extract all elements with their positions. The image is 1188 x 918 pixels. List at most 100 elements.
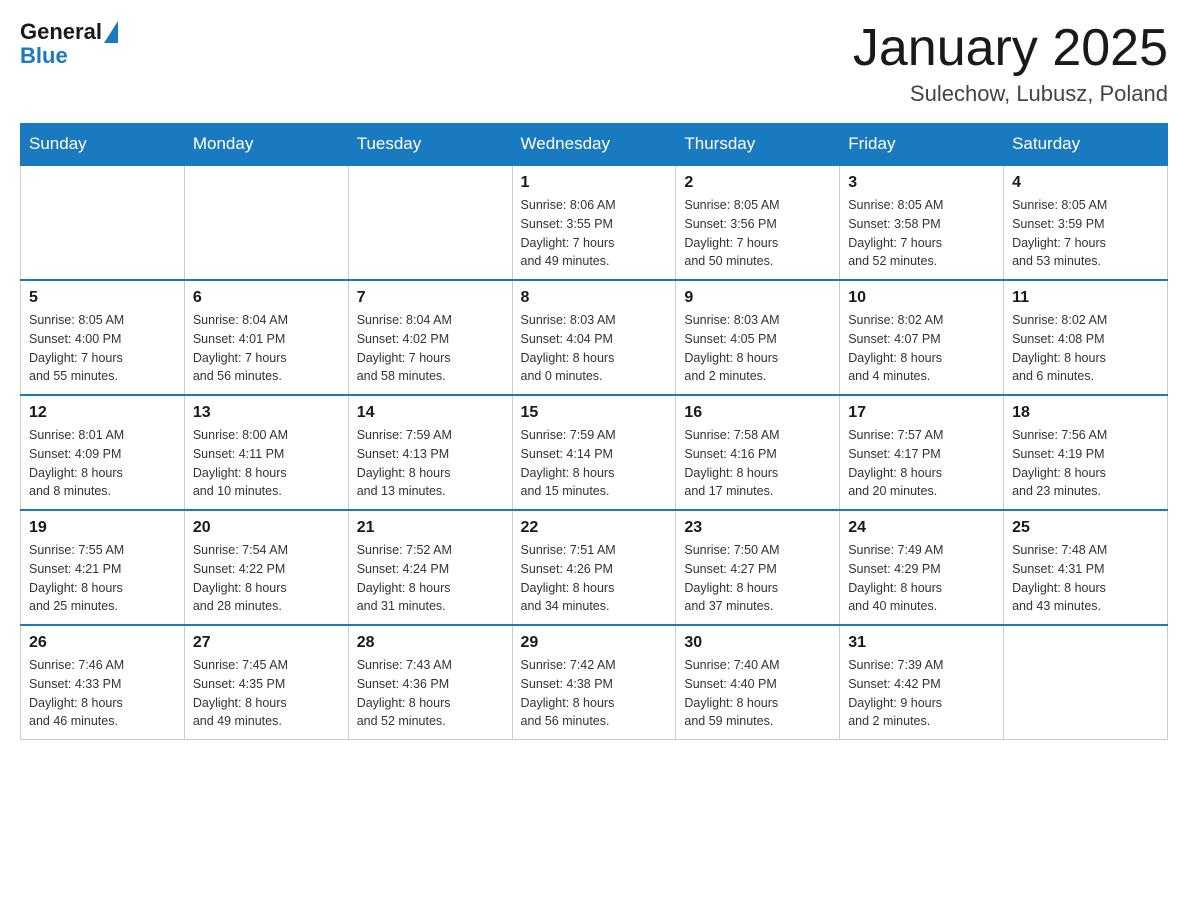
day-info: Sunrise: 8:05 AM Sunset: 3:58 PM Dayligh…: [848, 196, 995, 271]
table-row: 27Sunrise: 7:45 AM Sunset: 4:35 PM Dayli…: [184, 625, 348, 740]
table-row: 3 Sunrise: 8:05 AM Sunset: 3:58 PM Daylig…: [840, 165, 1004, 280]
day-info: Sunrise: 7:39 AM Sunset: 4:42 PM Dayligh…: [848, 656, 995, 731]
calendar-week-row: 12 Sunrise: 8:01 AM Sunset: 4:09 PM Dayli…: [21, 395, 1168, 510]
day-number: 19: [29, 519, 176, 537]
day-info: Sunrise: 7:54 AM Sunset: 4:22 PM Dayligh…: [193, 541, 340, 616]
day-info: Sunrise: 7:42 AM Sunset: 4:38 PM Dayligh…: [521, 656, 668, 731]
table-row: 2 Sunrise: 8:05 AM Sunset: 3:56 PM Daylig…: [676, 165, 840, 280]
day-info: Sunrise: 7:40 AM Sunset: 4:40 PM Dayligh…: [684, 656, 831, 731]
day-info: Sunrise: 7:46 AM Sunset: 4:33 PM Dayligh…: [29, 656, 176, 731]
day-number: 5: [29, 289, 176, 307]
calendar-header-row: Sunday Monday Tuesday Wednesday Thursday…: [21, 124, 1168, 166]
day-info: Sunrise: 7:55 AM Sunset: 4:21 PM Dayligh…: [29, 541, 176, 616]
day-info: Sunrise: 8:02 AM Sunset: 4:07 PM Dayligh…: [848, 311, 995, 386]
day-number: 20: [193, 519, 340, 537]
day-info: Sunrise: 8:05 AM Sunset: 3:56 PM Dayligh…: [684, 196, 831, 271]
day-number: 11: [1012, 289, 1159, 307]
table-row: 19 Sunrise: 7:55 AM Sunset: 4:21 PM Dayli…: [21, 510, 185, 625]
table-row: 25 Sunrise: 7:48 AM Sunset: 4:31 PM Dayli…: [1004, 510, 1168, 625]
day-number: 6: [193, 289, 340, 307]
table-row: 12 Sunrise: 8:01 AM Sunset: 4:09 PM Dayli…: [21, 395, 185, 510]
day-info: Sunrise: 7:52 AM Sunset: 4:24 PM Dayligh…: [357, 541, 504, 616]
table-row: [21, 165, 185, 280]
table-row: 14Sunrise: 7:59 AM Sunset: 4:13 PM Dayli…: [348, 395, 512, 510]
calendar-week-row: 19 Sunrise: 7:55 AM Sunset: 4:21 PM Dayli…: [21, 510, 1168, 625]
table-row: 22Sunrise: 7:51 AM Sunset: 4:26 PM Dayli…: [512, 510, 676, 625]
day-number: 23: [684, 519, 831, 537]
day-info: Sunrise: 7:48 AM Sunset: 4:31 PM Dayligh…: [1012, 541, 1159, 616]
table-row: 7Sunrise: 8:04 AM Sunset: 4:02 PM Daylig…: [348, 280, 512, 395]
col-friday: Friday: [840, 124, 1004, 166]
day-info: Sunrise: 8:01 AM Sunset: 4:09 PM Dayligh…: [29, 426, 176, 501]
day-info: Sunrise: 8:06 AM Sunset: 3:55 PM Dayligh…: [521, 196, 668, 271]
col-saturday: Saturday: [1004, 124, 1168, 166]
month-title: January 2025: [853, 20, 1168, 77]
table-row: 8 Sunrise: 8:03 AM Sunset: 4:04 PM Daylig…: [512, 280, 676, 395]
calendar-week-row: 5Sunrise: 8:05 AM Sunset: 4:00 PM Daylig…: [21, 280, 1168, 395]
day-number: 28: [357, 634, 504, 652]
day-number: 7: [357, 289, 504, 307]
col-wednesday: Wednesday: [512, 124, 676, 166]
day-number: 2: [684, 174, 831, 192]
table-row: 28Sunrise: 7:43 AM Sunset: 4:36 PM Dayli…: [348, 625, 512, 740]
table-row: 26 Sunrise: 7:46 AM Sunset: 4:33 PM Dayli…: [21, 625, 185, 740]
day-info: Sunrise: 7:57 AM Sunset: 4:17 PM Dayligh…: [848, 426, 995, 501]
col-tuesday: Tuesday: [348, 124, 512, 166]
day-info: Sunrise: 8:03 AM Sunset: 4:04 PM Dayligh…: [521, 311, 668, 386]
table-row: 17 Sunrise: 7:57 AM Sunset: 4:17 PM Dayli…: [840, 395, 1004, 510]
table-row: 11 Sunrise: 8:02 AM Sunset: 4:08 PM Dayli…: [1004, 280, 1168, 395]
table-row: 13Sunrise: 8:00 AM Sunset: 4:11 PM Dayli…: [184, 395, 348, 510]
day-info: Sunrise: 7:50 AM Sunset: 4:27 PM Dayligh…: [684, 541, 831, 616]
day-info: Sunrise: 8:05 AM Sunset: 3:59 PM Dayligh…: [1012, 196, 1159, 271]
day-number: 1: [521, 174, 668, 192]
day-number: 17: [848, 404, 995, 422]
col-monday: Monday: [184, 124, 348, 166]
day-number: 14: [357, 404, 504, 422]
logo-triangle-icon: [104, 21, 118, 43]
table-row: 30 Sunrise: 7:40 AM Sunset: 4:40 PM Dayli…: [676, 625, 840, 740]
day-info: Sunrise: 7:58 AM Sunset: 4:16 PM Dayligh…: [684, 426, 831, 501]
calendar-table: Sunday Monday Tuesday Wednesday Thursday…: [20, 123, 1168, 740]
day-number: 26: [29, 634, 176, 652]
day-info: Sunrise: 7:51 AM Sunset: 4:26 PM Dayligh…: [521, 541, 668, 616]
location-subtitle: Sulechow, Lubusz, Poland: [853, 81, 1168, 107]
table-row: 9 Sunrise: 8:03 AM Sunset: 4:05 PM Daylig…: [676, 280, 840, 395]
day-info: Sunrise: 7:49 AM Sunset: 4:29 PM Dayligh…: [848, 541, 995, 616]
table-row: 29Sunrise: 7:42 AM Sunset: 4:38 PM Dayli…: [512, 625, 676, 740]
table-row: [348, 165, 512, 280]
calendar-week-row: 1 Sunrise: 8:06 AM Sunset: 3:55 PM Daylig…: [21, 165, 1168, 280]
day-info: Sunrise: 8:02 AM Sunset: 4:08 PM Dayligh…: [1012, 311, 1159, 386]
day-number: 9: [684, 289, 831, 307]
table-row: 6 Sunrise: 8:04 AM Sunset: 4:01 PM Daylig…: [184, 280, 348, 395]
day-info: Sunrise: 8:00 AM Sunset: 4:11 PM Dayligh…: [193, 426, 340, 501]
day-number: 24: [848, 519, 995, 537]
table-row: 5Sunrise: 8:05 AM Sunset: 4:00 PM Daylig…: [21, 280, 185, 395]
day-info: Sunrise: 8:04 AM Sunset: 4:01 PM Dayligh…: [193, 311, 340, 386]
day-number: 21: [357, 519, 504, 537]
day-number: 31: [848, 634, 995, 652]
day-number: 15: [521, 404, 668, 422]
table-row: 18 Sunrise: 7:56 AM Sunset: 4:19 PM Dayli…: [1004, 395, 1168, 510]
logo-general-text: General: [20, 20, 102, 44]
day-number: 4: [1012, 174, 1159, 192]
day-info: Sunrise: 7:59 AM Sunset: 4:14 PM Dayligh…: [521, 426, 668, 501]
day-number: 3: [848, 174, 995, 192]
day-number: 16: [684, 404, 831, 422]
table-row: [1004, 625, 1168, 740]
day-number: 12: [29, 404, 176, 422]
logo-blue-text: Blue: [20, 44, 118, 68]
table-row: [184, 165, 348, 280]
table-row: 15 Sunrise: 7:59 AM Sunset: 4:14 PM Dayli…: [512, 395, 676, 510]
day-number: 18: [1012, 404, 1159, 422]
table-row: 20 Sunrise: 7:54 AM Sunset: 4:22 PM Dayli…: [184, 510, 348, 625]
table-row: 21 Sunrise: 7:52 AM Sunset: 4:24 PM Dayli…: [348, 510, 512, 625]
day-number: 8: [521, 289, 668, 307]
table-row: 1 Sunrise: 8:06 AM Sunset: 3:55 PM Daylig…: [512, 165, 676, 280]
day-number: 30: [684, 634, 831, 652]
day-number: 25: [1012, 519, 1159, 537]
table-row: 16 Sunrise: 7:58 AM Sunset: 4:16 PM Dayli…: [676, 395, 840, 510]
table-row: 31 Sunrise: 7:39 AM Sunset: 4:42 PM Dayli…: [840, 625, 1004, 740]
day-info: Sunrise: 8:03 AM Sunset: 4:05 PM Dayligh…: [684, 311, 831, 386]
day-info: Sunrise: 7:45 AM Sunset: 4:35 PM Dayligh…: [193, 656, 340, 731]
day-info: Sunrise: 7:56 AM Sunset: 4:19 PM Dayligh…: [1012, 426, 1159, 501]
